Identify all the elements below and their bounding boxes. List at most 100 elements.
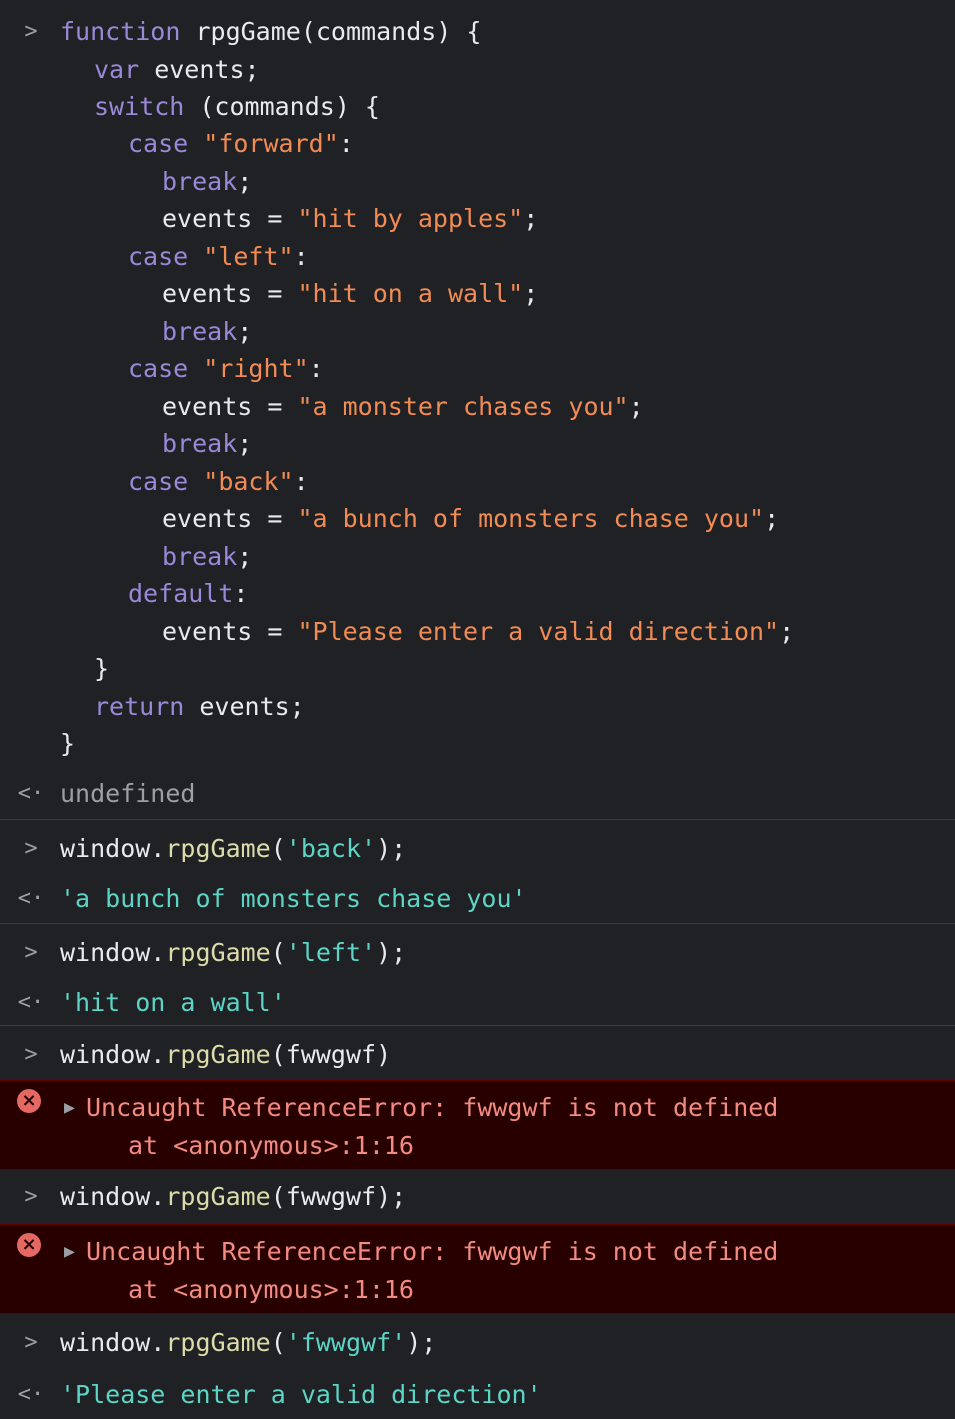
keyword: var bbox=[94, 55, 140, 84]
string-literal: "hit by apples" bbox=[297, 204, 524, 233]
string-literal: "right" bbox=[203, 354, 309, 383]
stack-location[interactable]: at <anonymous>:1:16 bbox=[128, 1127, 414, 1165]
code-line: events = "a monster chases you"; bbox=[0, 388, 955, 426]
code-text: default: bbox=[128, 575, 248, 613]
console-entry-fwwgwf-input: > window.rpgGame(fwwgwf) bbox=[0, 1026, 955, 1080]
error-line: ▶ Uncaught ReferenceError: fwwgwf is not … bbox=[0, 1233, 955, 1271]
code-text-pre: events = bbox=[162, 617, 298, 646]
input-line: > window.rpgGame(fwwgwf) bbox=[0, 1036, 955, 1074]
keyword: function bbox=[60, 17, 181, 46]
code-text-pre: events = bbox=[162, 392, 298, 421]
code-text: switch (commands) { bbox=[94, 88, 380, 126]
method-name: rpgGame bbox=[165, 1328, 271, 1357]
code-text: events = "a bunch of monsters chase you"… bbox=[162, 500, 779, 538]
code-text-rest: ; bbox=[779, 617, 795, 646]
input-line: > window.rpgGame('fwwgwf'); bbox=[0, 1324, 955, 1362]
keyword: case bbox=[128, 242, 189, 271]
keyword: case bbox=[128, 354, 189, 383]
keyword: break bbox=[162, 317, 238, 346]
code-text: window.rpgGame('fwwgwf'); bbox=[60, 1324, 436, 1362]
prompt-chevron-icon: > bbox=[24, 836, 38, 861]
code-text: window.rpgGame(fwwgwf); bbox=[60, 1178, 406, 1216]
code-text: case "forward": bbox=[128, 125, 354, 163]
prompt-chevron-icon: > bbox=[24, 19, 38, 44]
stack-line: at <anonymous>:1:16 bbox=[0, 1127, 955, 1165]
code-line: break; bbox=[0, 313, 955, 351]
prompt-chevron-icon: > bbox=[24, 1184, 38, 1209]
code-text-rest: rpgGame(commands) { bbox=[180, 17, 482, 46]
code-text-rest: ; bbox=[237, 429, 253, 458]
code-text-pre: events = bbox=[162, 279, 298, 308]
code-text-rest: ; bbox=[237, 542, 253, 571]
code-text: case "left": bbox=[128, 238, 309, 276]
code-text: window.rpgGame(fwwgwf) bbox=[60, 1036, 391, 1074]
string-argument: 'left' bbox=[285, 938, 377, 967]
prompt-chevron-icon: > bbox=[24, 1042, 38, 1067]
object-name: window. bbox=[60, 1328, 166, 1357]
result-arrow-icon: <· bbox=[17, 1382, 45, 1407]
code-text-rest: ; bbox=[237, 167, 253, 196]
code-text: break; bbox=[162, 163, 252, 201]
code-text: var events; bbox=[94, 51, 260, 89]
result-arrow-icon: <· bbox=[17, 886, 45, 911]
code-text-rest: ; bbox=[628, 392, 644, 421]
code-line: return events; bbox=[0, 688, 955, 726]
arguments: (fwwgwf); bbox=[270, 1182, 407, 1211]
code-text-rest: : bbox=[308, 354, 324, 383]
code-text: return events; bbox=[94, 688, 305, 726]
code-text-pre: events = bbox=[162, 204, 298, 233]
code-text: window.rpgGame('back'); bbox=[60, 830, 406, 868]
result-line: <· undefined bbox=[0, 775, 955, 813]
console-entry-back: > window.rpgGame('back'); <· 'a bunch of m… bbox=[0, 820, 955, 924]
object-name: window. bbox=[60, 1182, 166, 1211]
result-line: <· 'a bunch of monsters chase you' bbox=[0, 880, 955, 918]
code-text-rest: ; bbox=[237, 317, 253, 346]
result-arrow-icon: <· bbox=[17, 990, 45, 1015]
string-literal: "Please enter a valid direction" bbox=[297, 617, 780, 646]
string-literal: "left" bbox=[203, 242, 294, 271]
code-text: break; bbox=[162, 425, 252, 463]
stack-location[interactable]: at <anonymous>:1:16 bbox=[128, 1271, 414, 1309]
result-value: 'hit on a wall' bbox=[60, 988, 286, 1017]
console-error-message[interactable]: × ▶ Uncaught ReferenceError: fwwgwf is no… bbox=[0, 1224, 955, 1314]
code-text: } bbox=[60, 729, 76, 758]
paren-close: ); bbox=[376, 834, 407, 863]
keyword: return bbox=[94, 692, 185, 721]
object-name: window. bbox=[60, 938, 166, 967]
keyword: break bbox=[162, 167, 238, 196]
error-line: ▶ Uncaught ReferenceError: fwwgwf is not … bbox=[0, 1089, 955, 1127]
object-name: window. bbox=[60, 1040, 166, 1069]
code-line: case "left": bbox=[0, 238, 955, 276]
keyword: case bbox=[128, 129, 189, 158]
result-value: 'a bunch of monsters chase you' bbox=[60, 884, 527, 913]
code-text-rest: (commands) { bbox=[184, 92, 380, 121]
input-line: > window.rpgGame('back'); bbox=[0, 830, 955, 868]
result-line: <· 'Please enter a valid direction' bbox=[0, 1376, 955, 1414]
expand-triangle-icon[interactable]: ▶ bbox=[64, 1089, 75, 1127]
arguments: (fwwgwf) bbox=[270, 1040, 392, 1069]
code-line: case "back": bbox=[0, 463, 955, 501]
code-text: events = "a monster chases you"; bbox=[162, 388, 644, 426]
code-text: break; bbox=[162, 538, 252, 576]
code-text-rest: ; bbox=[764, 504, 780, 533]
prompt-chevron-icon: > bbox=[24, 940, 38, 965]
paren-open: ( bbox=[270, 1328, 286, 1357]
console-entry-fwwgwf-input-semicolon: > window.rpgGame(fwwgwf); bbox=[0, 1170, 955, 1224]
code-text: events = "hit on a wall"; bbox=[162, 275, 538, 313]
code-text-rest: ; bbox=[523, 204, 539, 233]
code-line: events = "Please enter a valid direction… bbox=[0, 613, 955, 651]
keyword: break bbox=[162, 542, 238, 571]
string-argument: 'back' bbox=[285, 834, 377, 863]
method-name: rpgGame bbox=[165, 1040, 271, 1069]
code-text-pre: events = bbox=[162, 504, 298, 533]
console-error-message[interactable]: × ▶ Uncaught ReferenceError: fwwgwf is no… bbox=[0, 1080, 955, 1170]
code-line: } bbox=[0, 725, 955, 763]
code-line: > function rpgGame(commands) { bbox=[0, 13, 955, 51]
expand-triangle-icon[interactable]: ▶ bbox=[64, 1233, 75, 1271]
paren-close: ); bbox=[406, 1328, 437, 1357]
code-line: events = "a bunch of monsters chase you"… bbox=[0, 500, 955, 538]
code-text: events = "Please enter a valid direction… bbox=[162, 613, 794, 651]
input-line: > window.rpgGame(fwwgwf); bbox=[0, 1178, 955, 1216]
input-line: > window.rpgGame('left'); bbox=[0, 934, 955, 972]
string-literal: "a bunch of monsters chase you" bbox=[297, 504, 765, 533]
